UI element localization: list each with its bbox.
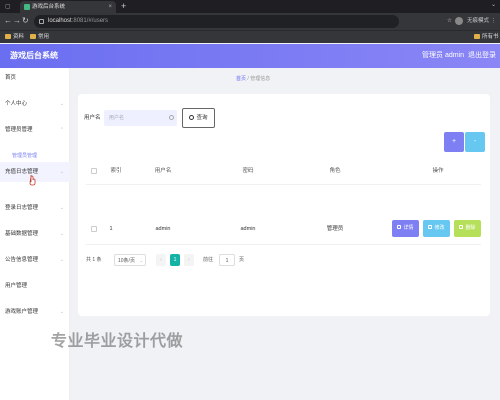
bookmark-folder-1[interactable]: 资料	[5, 31, 24, 43]
chevron-down-icon: ⌄	[59, 231, 64, 237]
tab-close-icon[interactable]: ×	[108, 1, 112, 13]
pagination: 共 1 条 10条/页 ⌄ ‹ 1 › 前往 1 页	[86, 254, 386, 266]
mouse-pointer-icon	[29, 175, 36, 186]
star-icon[interactable]: ☆	[447, 18, 452, 24]
watermark-text: 专业毕业设计代做	[51, 333, 184, 350]
sidebar-item-login-log[interactable]: 登录日志管理 ⌄	[0, 198, 70, 218]
query-button[interactable]: 查询	[182, 108, 215, 128]
browser-tab-bar: ▢ 游戏后台系统 × + ⌄	[0, 0, 500, 13]
tab-search-chevron-icon[interactable]: ⌄	[491, 1, 496, 8]
incognito-avatar	[455, 16, 464, 25]
browser-address-bar: ← → ↻ localhost:8081/#/users ☆ 无痕模式 ⋮	[0, 13, 500, 30]
bookmarks-bar: 资料 常用 所有书签	[0, 30, 500, 52]
bookmark-folder-2[interactable]: 常用	[30, 31, 49, 43]
url-field[interactable]: localhost:8081/#/users	[34, 15, 399, 28]
folder-icon	[474, 34, 480, 39]
new-tab-icon[interactable]: +	[121, 0, 126, 12]
sidebar-item-notices[interactable]: 公告信息管理 ⌄	[0, 250, 70, 270]
page-suffix: 页	[239, 257, 245, 263]
tab-menu-icon[interactable]: ▢	[5, 3, 11, 10]
goto-page-input[interactable]: 1	[219, 254, 235, 266]
back-icon[interactable]: ←	[4, 16, 12, 26]
add-button[interactable]: +	[444, 132, 464, 152]
search-input[interactable]	[104, 110, 177, 126]
cell-role: 管理员	[326, 226, 344, 232]
prev-page-button[interactable]: ‹	[156, 254, 166, 266]
batch-delete-button[interactable]: -	[465, 132, 485, 152]
delete-button[interactable]: 删除	[454, 220, 481, 237]
column-header-role: 角色	[329, 168, 341, 174]
chevron-down-icon: ⌄	[59, 101, 64, 107]
profile-area[interactable]: ☆ 无痕模式 ⋮	[447, 16, 496, 27]
column-header-index: 索引	[110, 168, 122, 174]
table-divider	[86, 244, 481, 245]
sidebar-item-game-accounts[interactable]: 游戏账户管理 ⌄	[0, 302, 70, 322]
folder-icon	[5, 34, 11, 39]
delete-icon	[459, 225, 464, 229]
detail-icon	[397, 225, 402, 229]
vue-favicon-icon	[24, 4, 30, 10]
forward-icon[interactable]: →	[13, 16, 21, 26]
content-card: 用户名 查询 + - 索引 用户名 密码 角色 操作 1 admin admin…	[78, 94, 490, 316]
sidebar-item-users[interactable]: 用户管理	[0, 276, 70, 296]
breadcrumb: 首页 / 管理信息	[236, 75, 270, 82]
sidebar-item-base-data[interactable]: 基础数据管理 ⌄	[0, 224, 70, 244]
reload-icon[interactable]: ↻	[22, 16, 29, 26]
cell-password: admin	[240, 226, 256, 232]
chevron-down-icon: ⌄	[139, 258, 143, 263]
breadcrumb-separator: /	[247, 76, 249, 82]
total-count: 共 1 条	[86, 257, 102, 263]
browser-tab[interactable]: 游戏后台系统 ×	[20, 1, 116, 13]
search-icon	[189, 115, 195, 120]
chevron-down-icon: ⌄	[59, 309, 64, 315]
url-path: :8081/#/users	[71, 18, 109, 24]
tab-title: 游戏后台系统	[32, 4, 66, 10]
breadcrumb-home[interactable]: 首页	[236, 76, 246, 82]
detail-button[interactable]: 详情	[392, 220, 419, 237]
sidebar-item-admins[interactable]: 管理员管理 ⌃	[0, 120, 70, 140]
sidebar-item-profile[interactable]: 个人中心 ⌄	[0, 94, 70, 114]
site-info-icon[interactable]	[39, 19, 44, 24]
chevron-down-icon: ⌄	[59, 257, 64, 263]
row-checkbox[interactable]	[91, 226, 97, 232]
column-header-actions: 操作	[432, 168, 444, 174]
breadcrumb-current: 管理信息	[250, 76, 271, 82]
edit-button[interactable]: 修改	[423, 220, 450, 237]
url-host: localhost	[48, 18, 72, 24]
search-label: 用户名	[84, 115, 101, 121]
next-page-button[interactable]: ›	[184, 254, 194, 266]
logout-link[interactable]: 退出登录	[468, 44, 496, 68]
chevron-down-icon: ⌄	[59, 205, 64, 211]
goto-label: 前往	[203, 257, 214, 263]
column-header-username: 用户名	[154, 168, 172, 174]
chevron-up-icon: ⌃	[59, 127, 64, 133]
sidebar-subitem-admins[interactable]: 管理员管理	[12, 152, 37, 159]
cell-index: 1	[109, 226, 113, 232]
folder-icon	[30, 34, 36, 39]
page-size-select[interactable]: 10条/页 ⌄	[114, 254, 146, 266]
current-user: 管理员 admin	[422, 52, 465, 59]
select-all-checkbox[interactable]	[91, 168, 97, 174]
page-number-current[interactable]: 1	[170, 254, 180, 266]
more-menu-icon[interactable]: ⋮	[491, 18, 497, 24]
sidebar-item-home[interactable]: 首页	[0, 68, 70, 88]
column-header-password: 密码	[242, 168, 254, 174]
cell-username: admin	[155, 226, 171, 232]
app-header: 游戏后台系统 管理员 admin 退出登录	[0, 44, 500, 68]
chevron-down-icon: ⌄	[59, 169, 64, 175]
search-icon	[169, 115, 174, 120]
table-divider	[86, 184, 481, 185]
profile-label: 无痕模式	[466, 18, 489, 24]
edit-icon	[428, 225, 433, 229]
app-title: 游戏后台系统	[10, 51, 58, 60]
